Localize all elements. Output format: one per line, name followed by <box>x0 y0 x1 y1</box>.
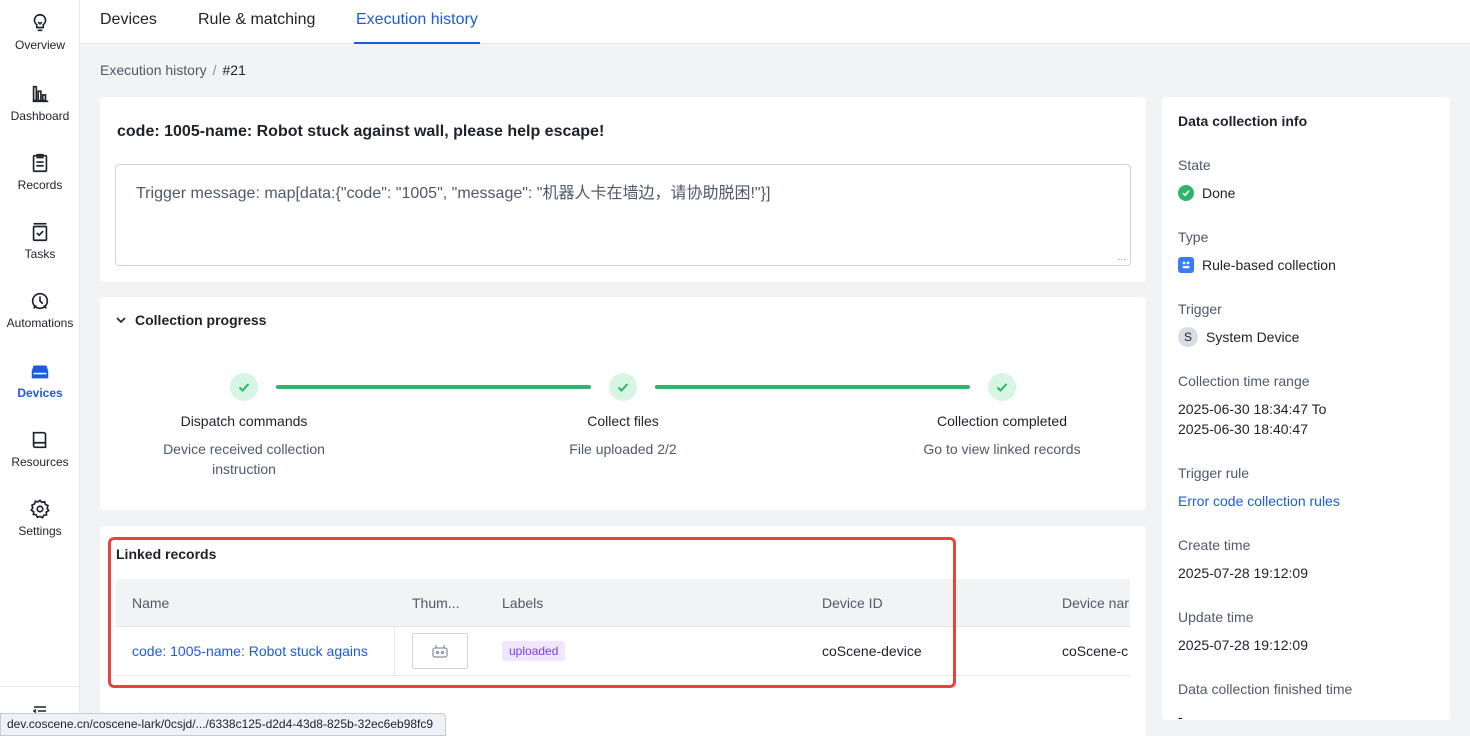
tab-devices[interactable]: Devices <box>100 0 157 44</box>
step-description: File uploaded 2/2 <box>569 441 677 457</box>
step-done-marker <box>988 373 1016 401</box>
create-time-value: 2025-07-28 19:12:09 <box>1178 565 1308 581</box>
breadcrumb-current: #21 <box>222 62 246 78</box>
execution-summary-card: code: 1005-name: Robot stuck against wal… <box>100 97 1146 282</box>
sidebar-item-records[interactable]: Records <box>0 152 80 192</box>
tab-rule-matching[interactable]: Rule & matching <box>198 0 315 44</box>
state-value: Done <box>1178 185 1235 201</box>
resize-handle-icon[interactable]: ... <box>1118 252 1126 263</box>
column-header-device-name[interactable]: Device nar <box>1062 579 1129 627</box>
trigger-text: System Device <box>1206 329 1300 345</box>
time-range-end: 2025-06-30 18:40:47 <box>1178 421 1308 437</box>
progress-step-dispatch: Dispatch commands Device received collec… <box>134 373 354 479</box>
state-label: State <box>1178 157 1211 173</box>
automation-icon <box>31 292 49 310</box>
book-icon <box>32 431 47 449</box>
sidebar-item-label: Tasks <box>24 247 56 261</box>
data-collection-info-panel: Data collection info State Done Type Rul… <box>1162 97 1450 720</box>
finished-time-value: - <box>1178 709 1183 720</box>
trigger-label: Trigger <box>1178 301 1222 317</box>
sidebar-item-overview[interactable]: Overview <box>0 12 80 52</box>
sidebar-item-label: Overview <box>14 38 65 52</box>
device-name-cell: coScene-c <box>1062 643 1129 659</box>
create-time-label: Create time <box>1178 537 1251 553</box>
collection-progress-heading: Collection progress <box>135 312 267 328</box>
sidebar-item-label: Resources <box>11 455 69 469</box>
step-title: Collection completed <box>937 413 1067 429</box>
trigger-message-field[interactable]: Trigger message: map[data:{"code": "1005… <box>115 164 1131 266</box>
task-check-icon <box>32 222 48 242</box>
time-range-start: 2025-06-30 18:34:47 To <box>1178 401 1327 417</box>
sidebar-item-tasks[interactable]: Tasks <box>0 221 80 261</box>
collection-progress-card: Collection progress Dispatch commands De… <box>100 297 1146 510</box>
step-title: Collect files <box>587 413 659 429</box>
sidebar-item-label: Dashboard <box>10 109 70 123</box>
trigger-message-text: Trigger message: map[data:{"code": "1005… <box>136 185 771 202</box>
time-range-label: Collection time range <box>1178 373 1310 389</box>
breadcrumb-separator: / <box>212 62 217 78</box>
sidebar-item-dashboard[interactable]: Dashboard <box>0 83 80 123</box>
tab-execution-history[interactable]: Execution history <box>354 0 480 44</box>
check-icon <box>617 383 629 392</box>
step-done-marker <box>230 373 258 401</box>
state-text: Done <box>1202 185 1236 201</box>
step-description[interactable]: Go to view linked records <box>892 439 1112 459</box>
progress-step-collect: Collect files File uploaded 2/2 <box>513 373 733 459</box>
device-icon <box>31 365 49 379</box>
type-label: Type <box>1178 229 1209 245</box>
sidebar-item-resources[interactable]: Resources <box>0 429 80 469</box>
finished-time-label: Data collection finished time <box>1178 681 1353 697</box>
sidebar-item-label: Devices <box>17 386 63 400</box>
check-icon <box>238 383 250 392</box>
gear-icon <box>30 499 50 519</box>
check-icon <box>996 383 1008 392</box>
update-time-value: 2025-07-28 19:12:09 <box>1178 637 1308 653</box>
trigger-rule-link[interactable]: Error code collection rules <box>1178 493 1340 509</box>
browser-status-url: dev.coscene.cn/coscene-lark/0csjd/.../63… <box>0 713 447 736</box>
step-description: Device received collection instruction <box>163 441 325 477</box>
page-title: code: 1005-name: Robot stuck against wal… <box>117 123 605 140</box>
type-text: Rule-based collection <box>1202 257 1336 273</box>
chevron-down-icon <box>116 317 126 324</box>
step-done-marker <box>609 373 637 401</box>
breadcrumb: Execution history / #21 <box>100 62 246 78</box>
sidebar-item-label: Records <box>17 178 63 192</box>
type-value: Rule-based collection <box>1178 257 1336 273</box>
progress-step-completed: Collection completed Go to view linked r… <box>892 373 1112 459</box>
bar-chart-icon <box>32 85 49 103</box>
sidebar-item-devices[interactable]: Devices <box>0 360 80 400</box>
sidebar-item-settings[interactable]: Settings <box>0 498 80 538</box>
sidebar: Overview Dashboard Records Tasks Automat… <box>0 0 80 736</box>
clipboard-icon <box>32 153 48 173</box>
step-title: Dispatch commands <box>180 413 308 429</box>
done-status-icon <box>1178 185 1194 201</box>
sidebar-item-automations[interactable]: Automations <box>0 290 80 330</box>
collection-progress-toggle[interactable]: Collection progress <box>115 312 266 328</box>
trigger-value: S System Device <box>1178 327 1299 347</box>
info-heading: Data collection info <box>1178 113 1308 129</box>
rule-collection-icon <box>1178 257 1194 273</box>
lightbulb-icon <box>33 13 47 32</box>
avatar: S <box>1178 327 1198 347</box>
breadcrumb-parent[interactable]: Execution history <box>100 62 207 78</box>
highlight-annotation-box <box>108 537 956 688</box>
sidebar-item-label: Automations <box>6 316 74 330</box>
update-time-label: Update time <box>1178 609 1254 625</box>
top-tab-bar: Devices Rule & matching Execution histor… <box>80 0 1470 44</box>
sidebar-item-label: Settings <box>18 524 62 538</box>
trigger-rule-label: Trigger rule <box>1178 465 1250 481</box>
